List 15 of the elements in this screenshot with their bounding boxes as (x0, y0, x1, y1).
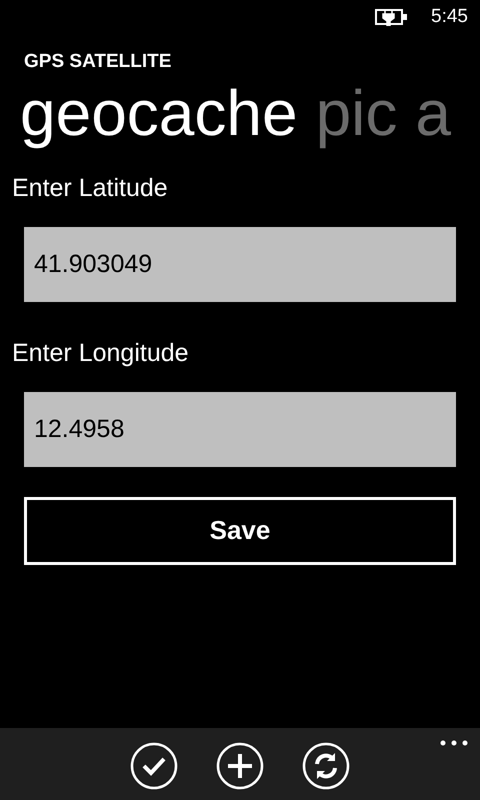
save-button[interactable]: Save (24, 496, 456, 565)
pivot-tab[interactable]: a (415, 77, 451, 151)
add-button[interactable] (216, 742, 264, 790)
clock-time: 5:45 (431, 4, 468, 29)
pivot-tab[interactable]: pic (316, 77, 398, 151)
battery-charging-icon (375, 8, 410, 26)
refresh-button[interactable] (302, 742, 350, 790)
field-label: Enter Longitude (11, 338, 190, 368)
input-field[interactable]: 41.903049 (24, 226, 456, 302)
more-icon[interactable] (440, 740, 468, 746)
input-field[interactable]: 12.4958 (24, 392, 456, 467)
check-button[interactable] (130, 742, 178, 790)
app-title: GPS SATELLITE (23, 50, 172, 71)
field-label: Enter Latitude (11, 172, 169, 203)
pivot-tab[interactable]: geocache (20, 77, 298, 151)
